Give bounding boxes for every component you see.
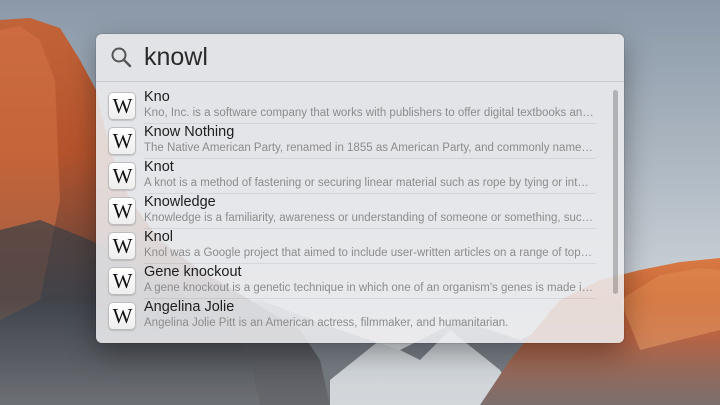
result-title: Kno: [144, 89, 170, 105]
search-bar: [96, 34, 624, 82]
result-description: A knot is a method of fastening or secur…: [144, 177, 594, 189]
result-title: Angelina Jolie: [144, 299, 235, 315]
result-description: Knowledge is a familiarity, awareness or…: [144, 212, 594, 224]
wikipedia-icon: W: [108, 232, 136, 260]
result-description: Knol was a Google project that aimed to …: [144, 247, 594, 259]
result-item-angelina-jolie[interactable]: W Angelina Jolie Angelina Jolie Pitt is …: [96, 299, 612, 334]
results-scrollbar[interactable]: [613, 90, 618, 294]
result-title: Know Nothing: [144, 124, 235, 140]
wikipedia-icon: W: [108, 92, 136, 120]
result-item-knot[interactable]: W Knot A knot is a method of fastening o…: [96, 159, 612, 194]
wikipedia-icon: W: [108, 197, 136, 225]
result-description: The Native American Party, renamed in 18…: [144, 142, 594, 154]
result-title: Knol: [144, 229, 174, 245]
result-item-know-nothing[interactable]: W Know Nothing The Native American Party…: [96, 124, 612, 159]
wikipedia-icon: W: [108, 162, 136, 190]
wikipedia-icon: W: [108, 267, 136, 295]
result-title: Knowledge: [144, 194, 216, 210]
result-description: A gene knockout is a genetic technique i…: [144, 282, 594, 294]
search-icon: [111, 47, 132, 68]
result-item-knowledge[interactable]: W Knowledge Knowledge is a familiarity, …: [96, 194, 612, 229]
result-description: Angelina Jolie Pitt is an American actre…: [144, 317, 509, 329]
results-list: W Kno Kno, Inc. is a software company th…: [96, 89, 612, 339]
spotlight-window: W Kno Kno, Inc. is a software company th…: [96, 34, 624, 343]
result-title: Gene knockout: [144, 264, 242, 280]
wikipedia-icon: W: [108, 302, 136, 330]
search-input[interactable]: [144, 40, 604, 74]
result-title: Knot: [144, 159, 174, 175]
result-description: Kno, Inc. is a software company that wor…: [144, 107, 594, 119]
wikipedia-icon: W: [108, 127, 136, 155]
result-item-kno[interactable]: W Kno Kno, Inc. is a software company th…: [96, 89, 612, 124]
result-item-gene-knockout[interactable]: W Gene knockout A gene knockout is a gen…: [96, 264, 612, 299]
result-item-knol[interactable]: W Knol Knol was a Google project that ai…: [96, 229, 612, 264]
